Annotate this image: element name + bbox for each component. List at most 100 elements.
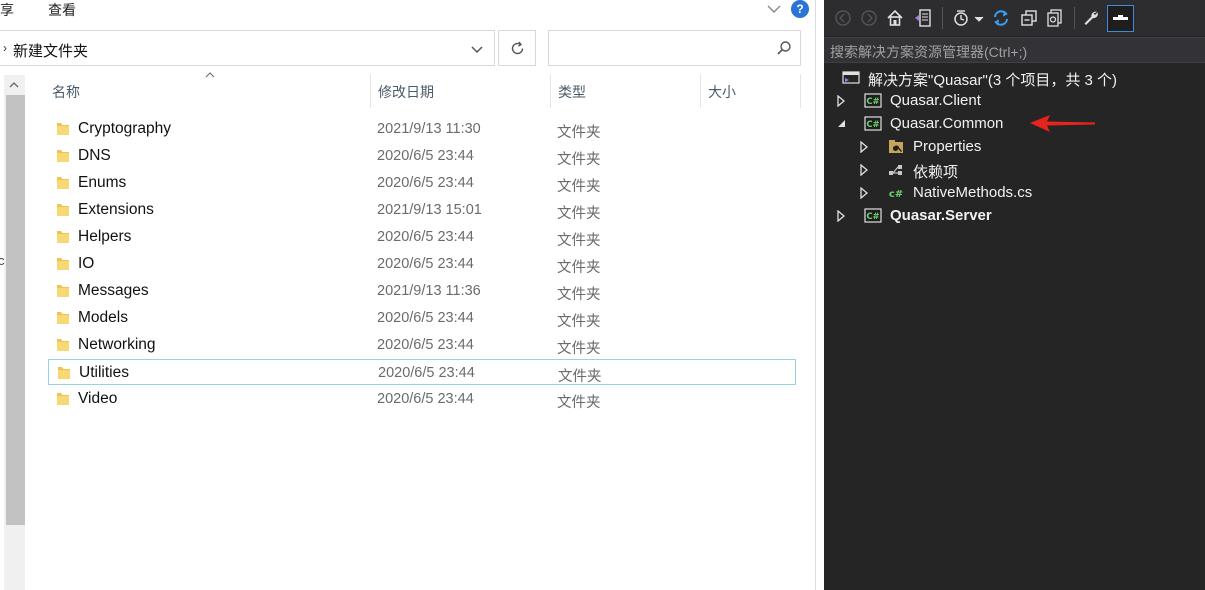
address-history-dropdown-icon[interactable]: [469, 41, 485, 57]
preview-icon: [1113, 15, 1128, 20]
expanded-arrow-icon[interactable]: [836, 118, 846, 130]
ribbon-expand-chevron-icon[interactable]: [766, 2, 782, 16]
project-label: Quasar.Client: [890, 92, 981, 109]
help-icon[interactable]: ?: [791, 0, 809, 18]
file-list-row[interactable]: Models 2020/6/5 23:44 文件夹: [48, 305, 796, 331]
file-list-row[interactable]: DNS 2020/6/5 23:44 文件夹: [48, 143, 796, 169]
collapsed-arrow-icon[interactable]: [859, 141, 869, 153]
file-name: Messages: [78, 282, 149, 299]
solution-explorer-toolbar: [824, 0, 1205, 36]
column-header-date-modified[interactable]: 修改日期: [378, 82, 434, 102]
toolbar-separator: [942, 7, 943, 29]
file-list-row[interactable]: Utilities 2020/6/5 23:44 文件夹: [48, 359, 796, 385]
solution-explorer-search-input[interactable]: 搜索解决方案资源管理器(Ctrl+;): [824, 37, 1205, 63]
project-child-label: Properties: [913, 138, 982, 155]
file-type: 文件夹: [557, 341, 601, 357]
navigation-pane-scroll-thumb[interactable]: [6, 95, 25, 525]
file-type: 文件夹: [557, 179, 601, 195]
collapsed-arrow-icon[interactable]: [859, 187, 869, 199]
search-icon: [777, 41, 791, 55]
file-list-row[interactable]: Enums 2020/6/5 23:44 文件夹: [48, 170, 796, 196]
file-list-header: 名称 修改日期 类型 大小: [45, 72, 805, 108]
folder-icon: [57, 177, 69, 189]
svg-text:C#: C#: [866, 212, 879, 222]
forward-icon[interactable]: [860, 9, 878, 27]
refresh-button[interactable]: [498, 30, 536, 66]
file-name: Extensions: [78, 201, 154, 218]
column-divider[interactable]: [800, 74, 801, 108]
file-list-row[interactable]: Networking 2020/6/5 23:44 文件夹: [48, 332, 796, 358]
back-icon[interactable]: [834, 9, 852, 27]
collapsed-arrow-icon[interactable]: [859, 164, 869, 176]
svg-text:c#: c#: [889, 189, 903, 200]
csharp-project-icon: C#: [864, 208, 882, 223]
address-path-text: 新建文件夹: [13, 43, 89, 60]
preview-selected-items-button[interactable]: [1107, 5, 1134, 32]
ribbon-tab-view[interactable]: 查看: [48, 0, 76, 20]
project-label: Quasar.Common: [890, 115, 1004, 132]
svg-text:C#: C#: [866, 120, 879, 130]
switch-views-icon[interactable]: [914, 9, 932, 27]
column-header-name[interactable]: 名称: [52, 82, 80, 102]
collapse-all-icon[interactable]: [1020, 9, 1038, 27]
folder-icon: [57, 204, 69, 216]
column-header-type[interactable]: 类型: [558, 82, 586, 102]
file-name: Models: [78, 309, 128, 326]
folder-icon: [57, 123, 69, 135]
file-date-modified: 2021/9/13 11:36: [377, 283, 481, 299]
file-list-row[interactable]: Video 2020/6/5 23:44 文件夹: [48, 386, 796, 412]
properties-wrench-icon[interactable]: [1082, 9, 1100, 27]
file-type: 文件夹: [557, 260, 601, 276]
file-date-modified: 2021/9/13 11:30: [377, 121, 481, 137]
file-name: Video: [78, 390, 118, 407]
filter-dropdown-chevron-icon[interactable]: [974, 9, 984, 27]
pending-changes-filter-icon[interactable]: [952, 9, 970, 27]
file-list-row[interactable]: Extensions 2021/9/13 15:01 文件夹: [48, 197, 796, 223]
column-header-size[interactable]: 大小: [708, 82, 736, 102]
file-list-row[interactable]: Messages 2021/9/13 11:36 文件夹: [48, 278, 796, 304]
sort-ascending-icon: [205, 72, 215, 78]
file-name: Cryptography: [78, 120, 172, 137]
file-date-modified: 2020/6/5 23:44: [377, 175, 474, 191]
file-date-modified: 2020/6/5 23:44: [377, 148, 474, 164]
folder-icon: [57, 285, 69, 297]
collapsed-arrow-icon[interactable]: [836, 210, 846, 222]
file-name: DNS: [78, 147, 111, 164]
sync-with-active-document-icon[interactable]: [992, 9, 1010, 27]
file-name: IO: [78, 255, 95, 272]
file-type: 文件夹: [557, 287, 601, 303]
file-list-row[interactable]: Helpers 2020/6/5 23:44 文件夹: [48, 224, 796, 250]
column-divider[interactable]: [370, 74, 371, 108]
toolbar-separator: [1074, 7, 1075, 29]
file-list-row[interactable]: IO 2020/6/5 23:44 文件夹: [48, 251, 796, 277]
home-icon[interactable]: [886, 9, 904, 27]
file-name: Enums: [78, 174, 127, 191]
file-date-modified: 2020/6/5 23:44: [377, 256, 474, 272]
project-child-label: NativeMethods.cs: [913, 184, 1033, 201]
csharp-file-icon: c#: [889, 189, 903, 200]
csharp-project-icon: C#: [864, 93, 882, 108]
solution-explorer-panel: 搜索解决方案资源管理器(Ctrl+;) 解决方案"Quasar"(3 个项目，共…: [824, 0, 1205, 590]
file-type: 文件夹: [557, 233, 601, 249]
file-date-modified: 2020/6/5 23:44: [378, 365, 475, 381]
show-all-files-icon[interactable]: [1046, 9, 1064, 27]
file-list-row[interactable]: Cryptography 2021/9/13 11:30 文件夹: [48, 116, 796, 142]
scroll-up-arrow-icon[interactable]: [8, 80, 20, 90]
file-date-modified: 2020/6/5 23:44: [377, 391, 474, 407]
folder-icon: [57, 393, 69, 405]
file-type: 文件夹: [557, 125, 601, 141]
file-type: 文件夹: [558, 369, 602, 385]
column-divider[interactable]: [550, 74, 551, 108]
collapsed-arrow-icon[interactable]: [836, 95, 846, 107]
file-type: 文件夹: [557, 152, 601, 168]
folder-icon: [57, 258, 69, 270]
folder-icon: [57, 339, 69, 351]
solution-icon: [842, 71, 860, 84]
search-input[interactable]: [548, 30, 801, 66]
ribbon-tab-share[interactable]: 享: [0, 0, 14, 20]
address-bar[interactable]: › 新建文件夹: [0, 30, 495, 66]
project-child-label: 依赖项: [913, 164, 959, 181]
properties-icon: [889, 140, 903, 153]
file-date-modified: 2021/9/13 15:01: [377, 202, 482, 218]
column-divider[interactable]: [700, 74, 701, 108]
